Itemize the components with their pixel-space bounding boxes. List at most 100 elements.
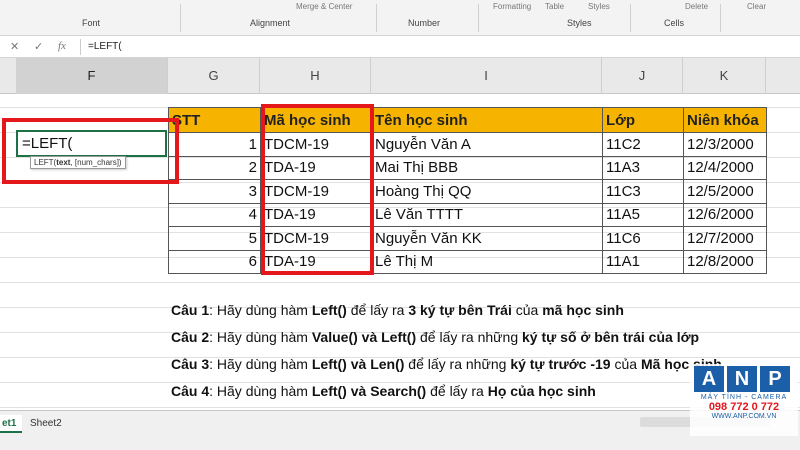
question-text: để lấy ra những bbox=[416, 329, 522, 345]
header-student-name[interactable]: Tên học sinh bbox=[371, 107, 603, 133]
cell-stt[interactable]: 3 bbox=[168, 179, 261, 204]
delete-button[interactable]: Delete bbox=[685, 2, 708, 11]
logo-letter: A bbox=[694, 366, 724, 392]
cell-student-name[interactable]: Lê Văn TTTT bbox=[371, 202, 603, 227]
column-header-f[interactable]: F bbox=[16, 58, 168, 94]
cell-class[interactable]: 11C6 bbox=[602, 226, 684, 251]
table-row: 6 TDA-19 Lê Thị M 11A1 12/8/2000 bbox=[168, 249, 767, 274]
tooltip-current-argument[interactable]: text bbox=[56, 158, 70, 167]
number-group-label: Number bbox=[408, 18, 441, 28]
header-stt[interactable]: STT bbox=[168, 107, 261, 133]
question-text: của bbox=[610, 356, 641, 372]
cell-class[interactable]: 11A3 bbox=[602, 155, 684, 180]
cell-stt[interactable]: 6 bbox=[168, 249, 261, 274]
question-emphasis: ký tự trước -19 bbox=[510, 356, 611, 372]
ribbon-separator bbox=[180, 4, 181, 32]
alignment-group-label: Alignment bbox=[250, 18, 291, 28]
cell-school-year[interactable]: 12/8/2000 bbox=[683, 249, 767, 274]
cell-school-year[interactable]: 12/6/2000 bbox=[683, 202, 767, 227]
question-emphasis: mã học sinh bbox=[542, 302, 624, 318]
insert-function-icon[interactable]: fx bbox=[58, 40, 66, 52]
question-emphasis: 3 ký tự bên Trái bbox=[408, 302, 512, 318]
cell-class[interactable]: 11C2 bbox=[602, 132, 684, 157]
table-header-row: STT Mã học sinh Tên học sinh Lớp Niên kh… bbox=[168, 107, 767, 133]
question-text: : Hãy dùng hàm bbox=[209, 302, 312, 318]
ribbon-separator bbox=[720, 4, 721, 32]
anp-logo: A N P MÁY TÍNH - CAMERA 098 772 0 772 WW… bbox=[690, 364, 798, 436]
cancel-icon[interactable]: ✕ bbox=[10, 40, 19, 53]
question-text: : Hãy dùng hàm bbox=[209, 356, 312, 372]
cell-student-name[interactable]: Hoàng Thị QQ bbox=[371, 179, 603, 204]
enter-check-icon[interactable]: ✓ bbox=[34, 40, 43, 53]
cell-stt[interactable]: 4 bbox=[168, 202, 261, 227]
header-class[interactable]: Lớp bbox=[602, 107, 684, 133]
table-row: 5 TDCM-19 Nguyễn Văn KK 11C6 12/7/2000 bbox=[168, 226, 767, 251]
cell-school-year[interactable]: 12/7/2000 bbox=[683, 226, 767, 251]
conditional-formatting-button[interactable]: Formatting bbox=[493, 2, 531, 11]
question-item: Câu 2: Hãy dùng hàm Value() và Left() để… bbox=[171, 327, 791, 354]
question-text: để lấy ra bbox=[426, 383, 488, 399]
ribbon-separator bbox=[478, 4, 479, 32]
question-label: Câu 1 bbox=[171, 302, 210, 318]
column-header-j[interactable]: J bbox=[602, 58, 683, 94]
logo-letter: P bbox=[760, 366, 790, 392]
active-cell-editor[interactable]: =LEFT( bbox=[16, 130, 167, 157]
table-row: 3 TDCM-19 Hoàng Thị QQ 11C3 12/5/2000 bbox=[168, 179, 767, 204]
table-row: 1 TDCM-19 Nguyễn Văn A 11C2 12/3/2000 bbox=[168, 132, 767, 157]
column-header-h[interactable]: H bbox=[260, 58, 371, 94]
logo-tagline: MÁY TÍNH - CAMERA bbox=[700, 394, 788, 401]
column-header-k[interactable]: K bbox=[683, 58, 766, 94]
merge-center-button[interactable]: Merge & Center bbox=[296, 2, 352, 11]
question-label: Câu 2 bbox=[171, 329, 210, 345]
sheet-tab-bar: et1 Sheet2 bbox=[0, 410, 800, 450]
table-row: 4 TDA-19 Lê Văn TTTT 11A5 12/6/2000 bbox=[168, 202, 767, 227]
cell-stt[interactable]: 1 bbox=[168, 132, 261, 157]
header-school-year[interactable]: Niên khóa bbox=[683, 107, 767, 133]
column-header-i[interactable]: I bbox=[371, 58, 602, 94]
cell-student-name[interactable]: Nguyễn Văn KK bbox=[371, 226, 603, 251]
sheet-tab-sheet1[interactable]: et1 bbox=[0, 415, 23, 433]
column-header-g[interactable]: G bbox=[168, 58, 260, 94]
cell-class[interactable]: 11C3 bbox=[602, 179, 684, 204]
question-emphasis: Họ của học sinh bbox=[487, 383, 596, 399]
question-emphasis: Left() bbox=[311, 302, 347, 318]
cell-student-name[interactable]: Lê Thị M bbox=[371, 249, 603, 274]
cells-group-label: Cells bbox=[664, 18, 685, 28]
question-label: Câu 3 bbox=[171, 356, 210, 372]
logo-phone: 098 772 0 772 bbox=[708, 401, 780, 413]
column-headers: F G H I J K bbox=[0, 58, 800, 94]
cell-class[interactable]: 11A1 bbox=[602, 249, 684, 274]
clear-button[interactable]: Clear bbox=[747, 2, 766, 11]
cell-school-year[interactable]: 12/5/2000 bbox=[683, 179, 767, 204]
cell-school-year[interactable]: 12/3/2000 bbox=[683, 132, 767, 157]
ribbon-separator bbox=[376, 4, 377, 32]
logo-website: WWW.ANP.COM.VN bbox=[711, 413, 777, 420]
cell-student-name[interactable]: Nguyễn Văn A bbox=[371, 132, 603, 157]
table-row: 2 TDA-19 Mai Thị BBB 11A3 12/4/2000 bbox=[168, 155, 767, 180]
question-emphasis: Value() và Left() bbox=[311, 329, 417, 345]
student-id-highlight-box bbox=[261, 104, 374, 275]
cell-class[interactable]: 11A5 bbox=[602, 202, 684, 227]
cell-stt[interactable]: 5 bbox=[168, 226, 261, 251]
question-text: : Hãy dùng hàm bbox=[209, 329, 312, 345]
cell-student-name[interactable]: Mai Thị BBB bbox=[371, 155, 603, 180]
formula-input[interactable]: =LEFT( bbox=[88, 41, 122, 52]
cell-school-year[interactable]: 12/4/2000 bbox=[683, 155, 767, 180]
question-text: để lấy ra những bbox=[404, 356, 511, 372]
question-emphasis: ký tự số ở bên trái của lớp bbox=[522, 329, 700, 345]
question-emphasis: Left() và Search() bbox=[311, 383, 427, 399]
tooltip-function-name[interactable]: LEFT( bbox=[34, 158, 56, 167]
formula-bar: ✕ ✓ fx =LEFT( bbox=[0, 36, 800, 58]
styles-group-label: Styles bbox=[567, 18, 592, 28]
cell-styles-button[interactable]: Styles bbox=[588, 2, 610, 11]
formula-bar-divider bbox=[80, 39, 81, 55]
format-as-table-button[interactable]: Table bbox=[545, 2, 564, 11]
function-argument-tooltip: LEFT(text, [num_chars]) bbox=[30, 156, 126, 169]
question-label: Câu 4 bbox=[171, 383, 210, 399]
sheet-tab-sheet2[interactable]: Sheet2 bbox=[24, 415, 68, 433]
cell-stt[interactable]: 2 bbox=[168, 155, 261, 180]
question-text: của bbox=[511, 302, 543, 318]
student-table: STT Mã học sinh Tên học sinh Lớp Niên kh… bbox=[168, 107, 767, 274]
question-item: Câu 1: Hãy dùng hàm Left() để lấy ra 3 k… bbox=[171, 300, 791, 327]
ribbon-separator bbox=[630, 4, 631, 32]
